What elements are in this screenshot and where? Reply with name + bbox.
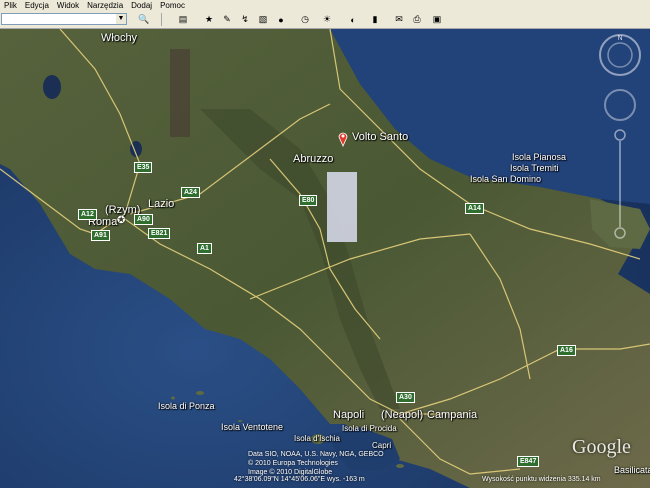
chevron-down-icon[interactable]: ▼ [116, 14, 126, 24]
path-icon[interactable]: ↯ [238, 13, 252, 26]
menu-add[interactable]: Dodaj [127, 0, 156, 11]
search-icon[interactable]: 🔍 [137, 13, 151, 26]
label-isola-procida: Isola di Procida [342, 424, 397, 433]
ruler-icon[interactable]: ▮ [368, 13, 382, 26]
placemark-pin-icon[interactable] [338, 131, 348, 147]
compass-look-control[interactable]: N [597, 32, 643, 78]
credit-line-2: © 2010 Europa Technologies [248, 460, 338, 467]
eye-altitude-readout: Wysokość punktu widzenia 335.14 km [482, 476, 601, 483]
menu-bar: Plik Edycja Widok Narzędzia Dodaj Pomoc [0, 0, 650, 11]
label-volto-santo: Volto Santo [352, 131, 409, 143]
search-input[interactable]: ▼ [1, 13, 127, 25]
imagery-credits: Data SIO, NOAA, U.S. Navy, NGA, GEBCO © … [248, 450, 384, 477]
label-isola-tremiti: Isola Tremiti [510, 163, 559, 173]
menu-edit[interactable]: Edycja [21, 0, 53, 11]
label-isola-ponza: Isola di Ponza [158, 401, 215, 411]
sun-icon[interactable]: ☀ [320, 13, 334, 26]
menu-view[interactable]: Widok [53, 0, 83, 11]
google-logo: Google [572, 436, 631, 458]
label-capri: Capri [372, 441, 392, 450]
label-isola-ischia: Isola d'Ischia [294, 434, 340, 443]
road-shield-a90: A90 [134, 214, 153, 225]
planets-icon[interactable]: ◐ [346, 13, 360, 26]
label-abruzzo: Abruzzo [293, 153, 334, 165]
zoom-slider[interactable] [613, 129, 627, 239]
road-shield-a91: A91 [91, 230, 110, 241]
label-isola-pianosa: Isola Pianosa [512, 152, 567, 162]
label-napoli: Napoli [333, 409, 365, 421]
toolbar: ▼ 🔍 ▤ ★ ✎ ↯ ▧ ● ◷ ☀ ◐ ▮ ✉ ⎙ ▣ [0, 11, 650, 29]
polygon-icon[interactable]: ✎ [220, 13, 234, 26]
road-shield-a24: A24 [181, 187, 200, 198]
menu-help[interactable]: Pomoc [156, 0, 189, 11]
sidebar-toggle-icon[interactable]: ▤ [176, 13, 190, 26]
road-shield-e35: E35 [134, 162, 153, 173]
road-shield-a1: A1 [197, 243, 212, 254]
credit-line-1: Data SIO, NOAA, U.S. Navy, NGA, GEBCO [248, 451, 384, 458]
print-icon[interactable]: ⎙ [410, 13, 424, 26]
road-shield-a12: A12 [78, 209, 97, 220]
svg-text:N: N [617, 35, 622, 42]
label-campania: Campania [427, 409, 478, 421]
road-shield-e821: E821 [148, 228, 171, 239]
placemark-icon[interactable]: ★ [202, 13, 216, 26]
label-wlochy: Włochy [101, 32, 138, 44]
move-control[interactable] [603, 88, 637, 122]
satellite-imagery [0, 29, 650, 488]
road-shield-e80: E80 [299, 195, 318, 206]
tour-icon[interactable]: ● [274, 13, 288, 26]
menu-file[interactable]: Plik [0, 0, 21, 11]
road-shield-a30: A30 [396, 392, 415, 403]
menu-tools[interactable]: Narzędzia [83, 0, 127, 11]
email-icon[interactable]: ✉ [392, 13, 406, 26]
label-isola-san-domino: Isola San Domino [470, 174, 542, 184]
historical-imagery-icon[interactable]: ◷ [298, 13, 312, 26]
road-shield-a14: A14 [465, 203, 484, 214]
capital-star-icon: ✪ [117, 215, 126, 226]
label-isola-ventotene: Isola Ventotene [221, 422, 284, 432]
map-view[interactable]: Włochy Volto Santo Abruzzo Lazio (Rzym) … [0, 29, 650, 488]
road-shield-e847: E847 [517, 456, 540, 467]
coordinates-readout: 42°38'06.09"N 14°45'06.06"E wys. -163 m [234, 476, 365, 483]
label-neapol: (Neapol) [381, 409, 424, 421]
overlay-icon[interactable]: ▧ [256, 13, 270, 26]
toolbar-divider [161, 13, 162, 26]
label-basilicata: Basilicata [614, 465, 650, 475]
maps-icon[interactable]: ▣ [430, 13, 444, 26]
road-shield-a16: A16 [557, 345, 576, 356]
label-lazio: Lazio [148, 198, 175, 210]
